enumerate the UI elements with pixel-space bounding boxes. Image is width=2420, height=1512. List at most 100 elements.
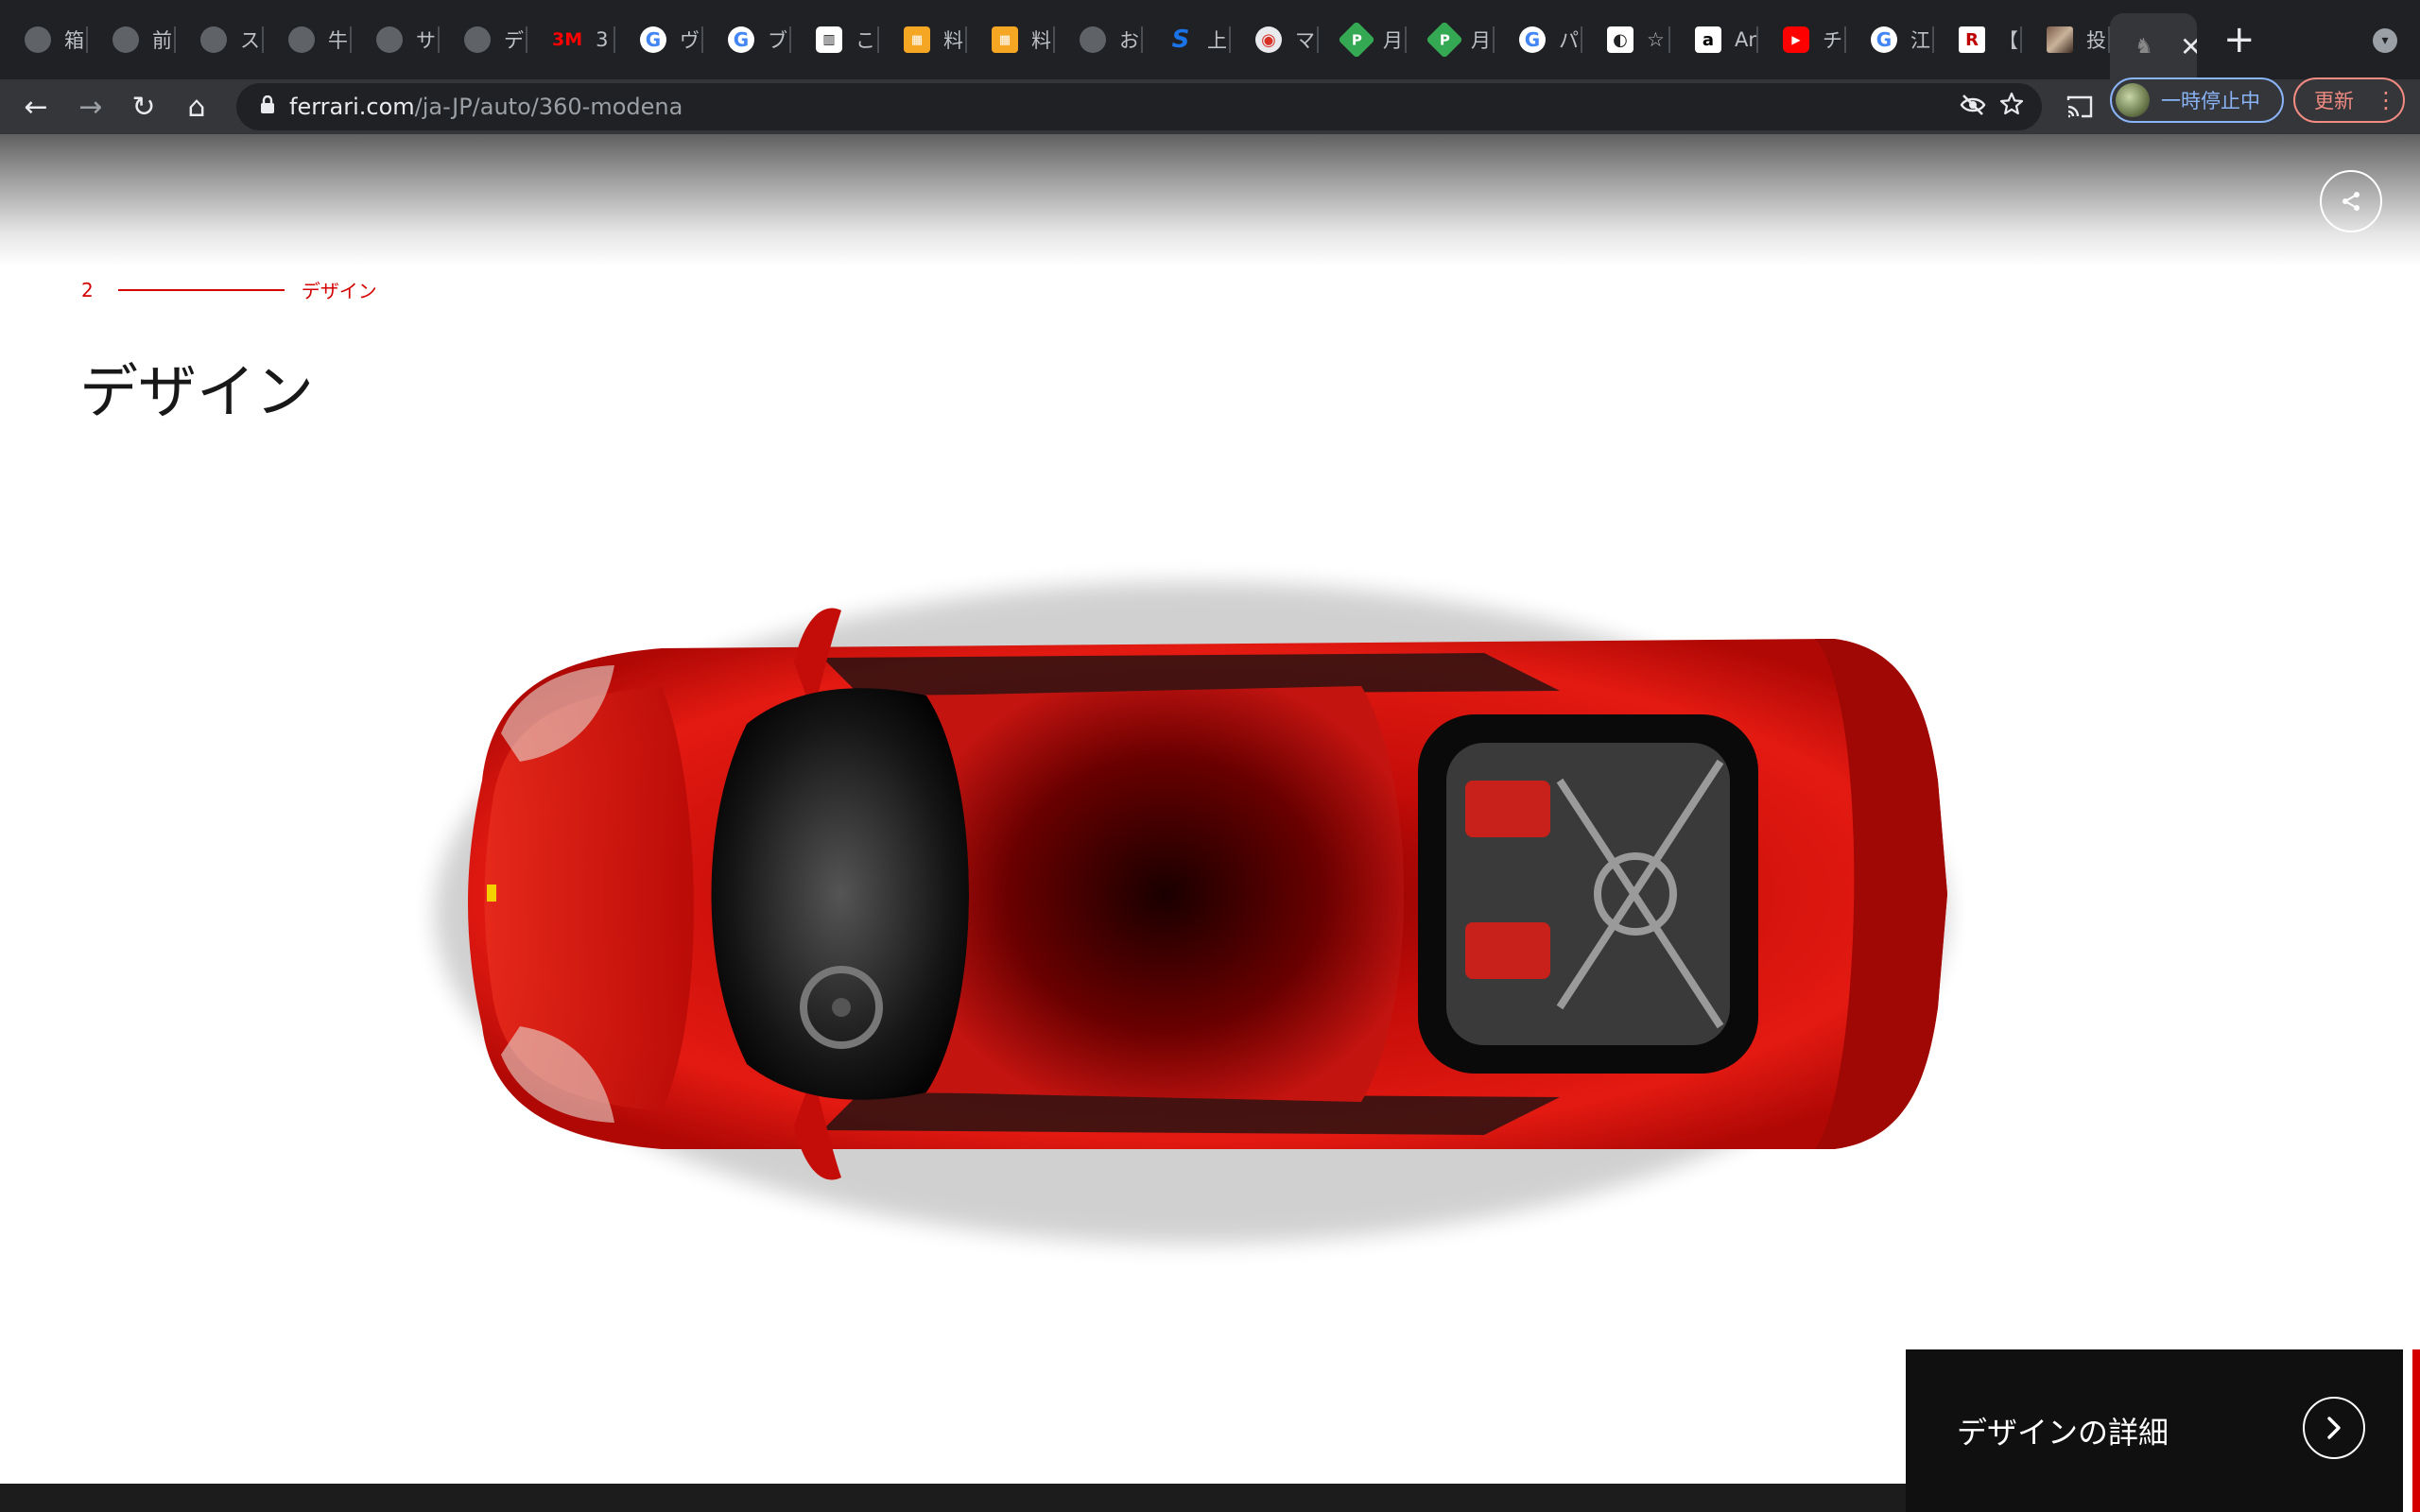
section-number: 2	[81, 278, 94, 301]
browser-tab-strip: 箱前ス牛サデ 3M 3 G ヴ G ブ ▥ こ ▦ 料 ▦ 料お S 上 ◉ マ P 月 P 月 G パ ◐ ☆ a Ar ▶ チ G 江 R…	[0, 0, 2420, 79]
browser-tab[interactable]: a Ar	[1670, 0, 1758, 79]
tab-title: チ	[1823, 29, 1842, 52]
browser-tab[interactable]: ▥ こ	[791, 0, 879, 79]
cast-icon	[2066, 95, 2093, 118]
url-domain: ferrari.com	[289, 94, 415, 120]
tab-title: こ	[856, 29, 875, 52]
reload-icon: ↻	[131, 90, 156, 124]
active-tab[interactable]: ♞ ✕	[2110, 13, 2197, 79]
browser-tab[interactable]: S上	[1143, 0, 1231, 79]
update-label: 更新	[2314, 90, 2354, 112]
browser-tab[interactable]: ▦ 料	[967, 0, 1055, 79]
r-favicon-icon: R	[1959, 26, 1985, 53]
tab-title: 月	[1383, 29, 1403, 52]
new-tab-button[interactable]: +	[2223, 21, 2256, 59]
design-detail-button[interactable]: デザインの詳細	[1906, 1349, 2403, 1512]
tab-title: 箱	[64, 29, 84, 52]
cast-button[interactable]	[2061, 79, 2099, 134]
browser-tab[interactable]: ◐ ☆	[1582, 0, 1670, 79]
browser-tab[interactable]: お	[1055, 0, 1143, 79]
browser-tab[interactable]: G江	[1846, 0, 1934, 79]
eye-favicon-icon: ◐	[1607, 26, 1634, 53]
tab-title: 江	[1910, 29, 1930, 52]
browser-tab[interactable]: 3M 3	[527, 0, 615, 79]
header-gradient	[0, 134, 2420, 266]
tab-title: ブ	[768, 29, 787, 52]
update-button[interactable]: 更新 ⋮	[2293, 77, 2405, 123]
tab-title: 投	[2086, 29, 2106, 52]
globe-favicon-icon	[376, 26, 403, 53]
tracking-protection-eye-icon[interactable]	[1959, 91, 1987, 126]
globe-favicon-icon	[464, 26, 491, 53]
tab-title: 牛	[328, 29, 348, 52]
tab-title: マ	[1295, 29, 1315, 52]
page-title: デザイン	[79, 357, 315, 426]
section-divider	[117, 288, 285, 291]
browser-tab[interactable]: サ	[352, 0, 440, 79]
tab-title: ☆	[1647, 28, 1665, 51]
yt-favicon-icon: ▶	[1783, 26, 1809, 53]
browser-tab[interactable]: ス	[176, 0, 264, 79]
share-icon	[2342, 192, 2360, 211]
ferrari-360-top-view-image	[435, 582, 1947, 1244]
browser-tab[interactable]: P月	[1319, 0, 1407, 79]
close-tab-icon[interactable]: ✕	[2180, 31, 2197, 62]
img-favicon-icon	[2047, 26, 2073, 53]
home-button[interactable]: ⌂	[178, 79, 216, 134]
p-favicon-icon: P	[1426, 21, 1463, 59]
food-favicon-icon: ▦	[904, 26, 930, 53]
g-favicon-icon: G	[640, 26, 666, 53]
favicon-glyph: P	[1351, 31, 1362, 48]
browser-tab[interactable]: Gパ	[1495, 0, 1582, 79]
back-arrow-icon: ←	[24, 90, 48, 124]
chevron-right-icon	[2303, 1397, 2365, 1459]
share-button[interactable]	[2320, 170, 2382, 232]
back-button[interactable]: ←	[17, 79, 55, 134]
tab-title: お	[1119, 29, 1139, 52]
ferrari-horse-icon: ♞	[2135, 34, 2153, 59]
globe-favicon-icon	[25, 26, 51, 53]
url-path: /ja-JP/auto/360-modena	[414, 94, 683, 120]
reload-button[interactable]: ↻	[125, 79, 163, 134]
web-page: 2 デザイン デザイン デザインの詳細	[0, 134, 2420, 1512]
tab-title: 【	[1998, 29, 2018, 52]
tab-title: ス	[240, 29, 260, 52]
tab-search-button[interactable]: ▾	[2373, 28, 2397, 53]
tab-title: デ	[504, 29, 524, 52]
browser-tab[interactable]: P月	[1407, 0, 1495, 79]
browser-tab[interactable]: ▶ チ	[1758, 0, 1846, 79]
tab-title: 料	[1031, 29, 1051, 52]
browser-tab[interactable]: 箱	[0, 0, 88, 79]
browser-tab[interactable]: 投	[2022, 0, 2110, 79]
section-label: デザイン	[301, 280, 377, 302]
lock-icon[interactable]	[259, 94, 276, 119]
profile-status-label: 一時停止中	[2161, 90, 2260, 112]
globe-favicon-icon	[1080, 26, 1106, 53]
tab-title: パ	[1559, 29, 1579, 52]
red-favicon-icon: ◉	[1255, 26, 1282, 53]
g-favicon-icon: G	[1871, 26, 1897, 53]
browser-tab[interactable]: デ	[440, 0, 527, 79]
address-bar[interactable]: ferrari.com/ja-JP/auto/360-modena	[236, 83, 2042, 130]
bookmark-star-icon[interactable]	[1998, 91, 2025, 124]
tab-title: 料	[943, 29, 963, 52]
home-icon: ⌂	[187, 90, 206, 124]
browser-tab[interactable]: 前	[88, 0, 176, 79]
browser-tab[interactable]: ▦ 料	[879, 0, 967, 79]
browser-tab[interactable]: R 【	[1934, 0, 2022, 79]
profile-paused-button[interactable]: 一時停止中	[2110, 77, 2284, 123]
browser-tab[interactable]: Gヴ	[615, 0, 703, 79]
forward-button[interactable]: →	[72, 79, 110, 134]
browser-tab[interactable]: ◉ マ	[1231, 0, 1319, 79]
s-favicon-icon: S	[1171, 26, 1190, 54]
browser-tab[interactable]: Gブ	[703, 0, 791, 79]
tab-title: 月	[1471, 29, 1491, 52]
tab-title: Ar	[1735, 28, 1756, 51]
browser-tab[interactable]: 牛	[264, 0, 352, 79]
url-text[interactable]: ferrari.com/ja-JP/auto/360-modena	[289, 94, 683, 120]
section-indicator: 2 デザイン	[81, 276, 377, 303]
a-favicon-icon: a	[1695, 26, 1721, 53]
tab-title: ヴ	[680, 29, 700, 52]
g-favicon-icon: G	[728, 26, 754, 53]
detail-accent-bar	[2412, 1349, 2420, 1512]
